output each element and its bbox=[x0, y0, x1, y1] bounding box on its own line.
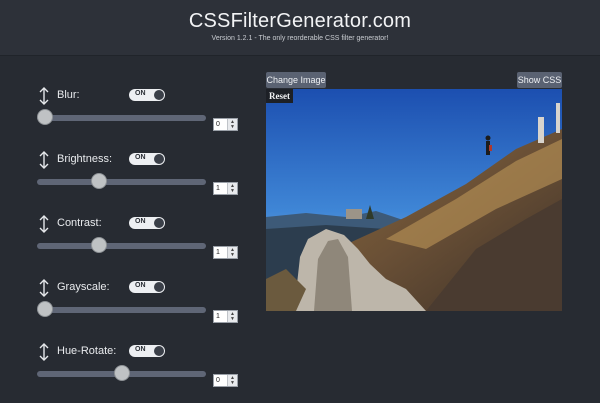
toggle-state-text: ON bbox=[135, 282, 146, 289]
filter-slider-thumb[interactable] bbox=[90, 173, 107, 189]
toggle-knob bbox=[154, 218, 164, 228]
filter-label: Blur: bbox=[57, 89, 80, 101]
filter-slider-track[interactable] bbox=[37, 115, 206, 121]
reset-button[interactable]: Reset bbox=[266, 89, 293, 103]
caret-down-icon[interactable]: ▼ bbox=[230, 188, 235, 194]
filter-row-blur: Blur: ON 0 ▲ ▼ bbox=[0, 87, 260, 147]
number-spinner[interactable]: ▲ ▼ bbox=[226, 311, 237, 322]
filter-toggle[interactable]: ON bbox=[129, 217, 165, 229]
filter-value-input[interactable]: 0 ▲ ▼ bbox=[213, 118, 238, 131]
number-spinner[interactable]: ▲ ▼ bbox=[226, 375, 237, 386]
toggle-knob bbox=[154, 346, 164, 356]
filter-value-text: 1 bbox=[216, 185, 220, 192]
filter-slider-track[interactable] bbox=[37, 307, 206, 313]
filter-label: Hue-Rotate: bbox=[57, 345, 117, 357]
filter-value-text: 1 bbox=[216, 249, 220, 256]
filter-toggle[interactable]: ON bbox=[129, 281, 165, 293]
filter-toggle[interactable]: ON bbox=[129, 153, 165, 165]
number-spinner[interactable]: ▲ ▼ bbox=[226, 119, 237, 130]
filter-value-text: 1 bbox=[216, 313, 220, 320]
caret-down-icon[interactable]: ▼ bbox=[230, 252, 235, 258]
preview-image bbox=[266, 89, 562, 311]
caret-down-icon[interactable]: ▼ bbox=[230, 316, 235, 322]
site-header: CSSFilterGenerator.com Version 1.2.1 - T… bbox=[0, 0, 600, 56]
site-subtitle: Version 1.2.1 - The only reorderable CSS… bbox=[211, 35, 389, 42]
filter-slider-track[interactable] bbox=[37, 243, 206, 249]
toggle-knob bbox=[154, 282, 164, 292]
filter-toggle[interactable]: ON bbox=[129, 89, 165, 101]
show-css-button[interactable]: Show CSS bbox=[517, 72, 562, 88]
toggle-state-text: ON bbox=[135, 346, 146, 353]
number-spinner[interactable]: ▲ ▼ bbox=[226, 183, 237, 194]
number-spinner[interactable]: ▲ ▼ bbox=[226, 247, 237, 258]
filter-slider-thumb[interactable] bbox=[37, 109, 53, 125]
filter-row-contrast: Contrast: ON 1 ▲ ▼ bbox=[0, 215, 260, 275]
toggle-knob bbox=[154, 154, 164, 164]
filter-value-text: 0 bbox=[216, 377, 220, 384]
filter-toggle[interactable]: ON bbox=[129, 345, 165, 357]
filter-value-input[interactable]: 1 ▲ ▼ bbox=[213, 310, 238, 323]
filter-label: Grayscale: bbox=[57, 281, 110, 293]
filter-slider-thumb[interactable] bbox=[113, 365, 130, 381]
filter-row-brightness: Brightness: ON 1 ▲ ▼ bbox=[0, 151, 260, 211]
caret-down-icon[interactable]: ▼ bbox=[230, 124, 235, 130]
toggle-state-text: ON bbox=[135, 218, 146, 225]
change-image-button[interactable]: Change Image bbox=[266, 72, 326, 88]
sort-vertical-icon[interactable] bbox=[38, 151, 50, 169]
filter-label: Brightness: bbox=[57, 153, 113, 165]
filter-row-hue-rotate: Hue-Rotate: ON 0 ▲ ▼ bbox=[0, 343, 260, 403]
filter-slider-thumb[interactable] bbox=[90, 237, 107, 253]
caret-down-icon[interactable]: ▼ bbox=[230, 380, 235, 386]
site-title: CSSFilterGenerator.com bbox=[188, 10, 412, 32]
toggle-state-text: ON bbox=[135, 90, 146, 97]
filter-value-text: 0 bbox=[216, 121, 220, 128]
sort-vertical-icon[interactable] bbox=[38, 87, 50, 105]
sort-vertical-icon[interactable] bbox=[38, 279, 50, 297]
filter-list: Blur: ON 0 ▲ ▼ Brightness: ON 1 ▲ ▼ Cont… bbox=[0, 55, 260, 400]
filter-label: Contrast: bbox=[57, 217, 102, 229]
toggle-state-text: ON bbox=[135, 154, 146, 161]
filter-value-input[interactable]: 0 ▲ ▼ bbox=[213, 374, 238, 387]
sort-vertical-icon[interactable] bbox=[38, 215, 50, 233]
filter-row-grayscale: Grayscale: ON 1 ▲ ▼ bbox=[0, 279, 260, 339]
filter-slider-track[interactable] bbox=[37, 179, 206, 185]
toggle-knob bbox=[154, 90, 164, 100]
sort-vertical-icon[interactable] bbox=[38, 343, 50, 361]
filter-value-input[interactable]: 1 ▲ ▼ bbox=[213, 182, 238, 195]
filter-value-input[interactable]: 1 ▲ ▼ bbox=[213, 246, 238, 259]
filter-slider-thumb[interactable] bbox=[37, 301, 53, 317]
